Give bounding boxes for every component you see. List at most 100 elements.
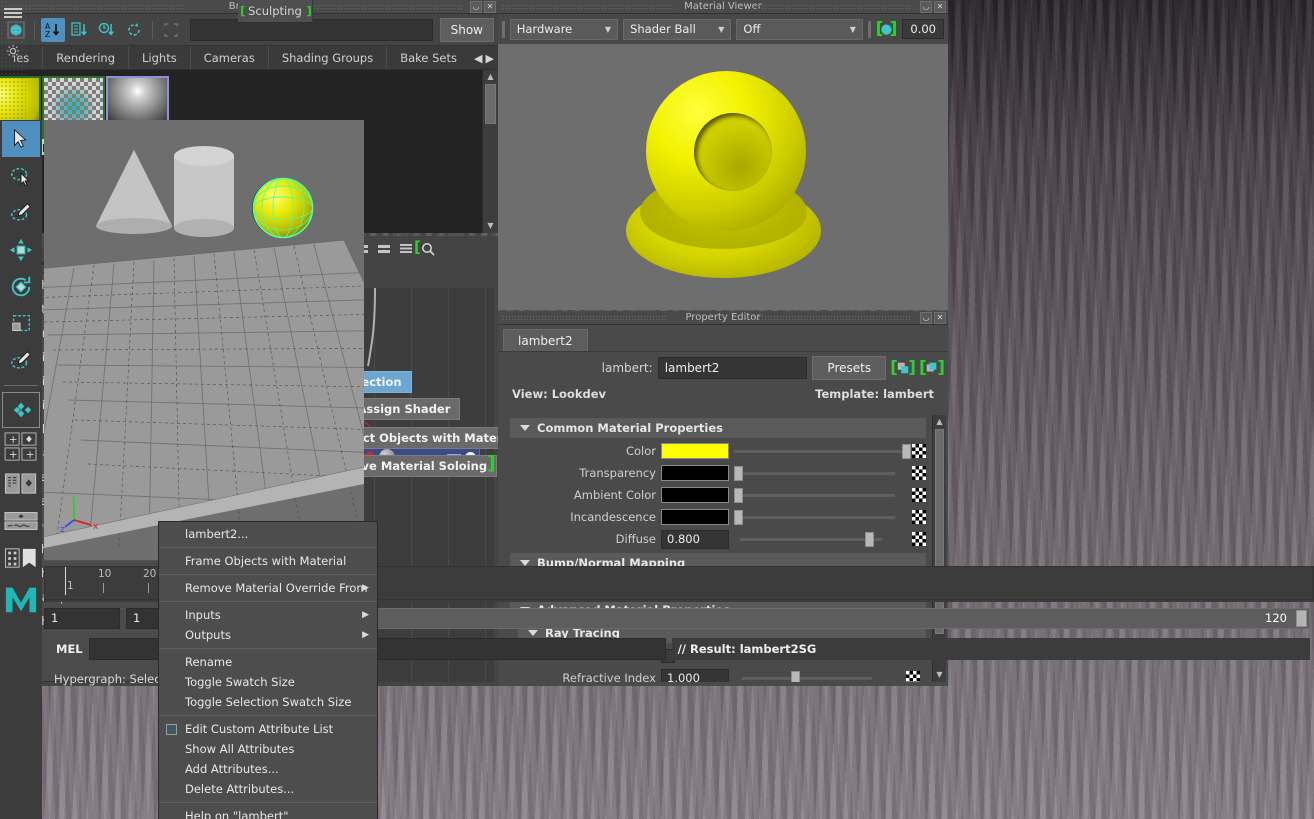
perspective-viewport[interactable]: y x z persp bbox=[44, 120, 364, 560]
menu-item-lambert2[interactable]: lambert2... bbox=[159, 524, 377, 544]
select-tool[interactable] bbox=[2, 121, 40, 157]
toolbar-grip-2[interactable] bbox=[868, 21, 871, 38]
new-tab-icon[interactable]: [ ] bbox=[920, 357, 944, 379]
menu-item-remove-material-override-from[interactable]: Remove Material Override From▶ bbox=[159, 578, 377, 598]
toolbar-grip[interactable] bbox=[502, 21, 505, 38]
browser-tab-lights[interactable]: Lights bbox=[129, 46, 191, 69]
search-icon[interactable]: [ bbox=[418, 239, 438, 259]
snap-curve[interactable]: +++ bbox=[2, 429, 40, 465]
scrollbar-thumb[interactable] bbox=[935, 429, 944, 634]
paint-select-tool[interactable] bbox=[2, 195, 40, 231]
ambient-color-slider[interactable] bbox=[734, 486, 907, 505]
color-swatch[interactable] bbox=[661, 509, 729, 525]
scale-tool[interactable] bbox=[2, 306, 40, 342]
menu-item-delete-attributes[interactable]: Delete Attributes... bbox=[159, 779, 377, 799]
menu-item-frame-objects-with-material[interactable]: Frame Objects with Material bbox=[159, 551, 377, 571]
transparency-slider[interactable] bbox=[734, 464, 907, 483]
incandescence-slider[interactable] bbox=[734, 508, 907, 527]
material-viewer-toolbar: Hardware ▼ Shader Ball ▼ Off ▼ [ ] 0.00 bbox=[498, 14, 948, 44]
fit-icon[interactable] bbox=[159, 18, 183, 42]
scroll-up-icon[interactable]: ▲ bbox=[933, 415, 946, 429]
browser-scrollbar[interactable]: ▲ ▼ bbox=[482, 70, 498, 233]
section-common-material-properties[interactable]: Common Material Properties bbox=[510, 418, 926, 438]
sort-alpha-icon[interactable]: AZ bbox=[41, 18, 65, 42]
menu-item-toggle-selection-swatch-size[interactable]: Toggle Selection Swatch Size bbox=[159, 692, 377, 712]
menu-separator bbox=[159, 648, 377, 649]
snap-view[interactable] bbox=[2, 503, 40, 539]
menu-item-edit-custom-attribute-list[interactable]: Edit Custom Attribute List bbox=[159, 719, 377, 739]
property-editor-title: Property Editor bbox=[685, 312, 760, 323]
diffuse-input[interactable]: 0.800 bbox=[661, 530, 729, 549]
map-button[interactable] bbox=[912, 466, 926, 480]
bracket-right-icon: ] bbox=[487, 454, 496, 473]
color-swatch[interactable] bbox=[661, 465, 729, 481]
menu-item-show-all-attributes[interactable]: Show All Attributes bbox=[159, 739, 377, 759]
scroll-down-icon[interactable]: ▼ bbox=[483, 219, 498, 233]
presets-button[interactable]: Presets bbox=[812, 356, 886, 380]
range-grip-right[interactable] bbox=[1296, 610, 1307, 627]
menu-item-toggle-swatch-size[interactable]: Toggle Swatch Size bbox=[159, 672, 377, 692]
menu-item-rename[interactable]: Rename bbox=[159, 652, 377, 672]
renderer-dropdown[interactable]: Hardware ▼ bbox=[510, 19, 618, 40]
scrollbar-thumb[interactable] bbox=[485, 84, 496, 124]
map-button[interactable] bbox=[912, 488, 926, 502]
browser-close-button[interactable]: ✕ bbox=[484, 1, 496, 13]
command-mode-label[interactable]: MEL bbox=[44, 642, 83, 656]
refresh-icon[interactable]: [ ] bbox=[876, 18, 898, 40]
shelf-tab-sculpting[interactable]: [ Sculpting ] bbox=[238, 0, 313, 22]
menu-item-help-on-lambert[interactable]: Help on "lambert" bbox=[159, 806, 377, 819]
menu-separator bbox=[159, 574, 377, 575]
rotate-tool[interactable] bbox=[2, 269, 40, 305]
render-settings[interactable] bbox=[2, 540, 40, 576]
color-slider[interactable] bbox=[734, 442, 907, 461]
diffuse-slider[interactable] bbox=[734, 530, 907, 549]
snap-grid[interactable] bbox=[2, 392, 40, 428]
sort-type-icon[interactable] bbox=[68, 18, 92, 42]
checkbox-icon[interactable] bbox=[166, 724, 177, 735]
snap-point[interactable] bbox=[2, 466, 40, 502]
menu-item-label: Edit Custom Attribute List bbox=[185, 722, 333, 736]
property-editor-undock-button[interactable]: ◡ bbox=[920, 312, 932, 324]
map-button[interactable] bbox=[912, 444, 926, 458]
browser-tab-shading-groups[interactable]: Shading Groups bbox=[269, 46, 387, 69]
environment-dropdown[interactable]: Off ▼ bbox=[736, 19, 862, 40]
material-viewer-close-button[interactable]: ✕ bbox=[934, 1, 946, 13]
material-viewer-render-area[interactable] bbox=[498, 44, 948, 310]
tab-scroll-right-icon[interactable]: ▶ bbox=[486, 52, 494, 65]
map-button[interactable] bbox=[912, 510, 926, 524]
node-name-input[interactable]: lambert2 bbox=[658, 357, 808, 379]
last-tool[interactable] bbox=[2, 343, 40, 379]
time-field[interactable]: 0.00 bbox=[902, 19, 944, 39]
property-editor-tab-lambert2[interactable]: lambert2 bbox=[503, 329, 588, 351]
menu-item-add-attributes[interactable]: Add Attributes... bbox=[159, 759, 377, 779]
color-swatch[interactable] bbox=[661, 443, 729, 459]
scroll-up-icon[interactable]: ▲ bbox=[483, 70, 498, 84]
browser-tab-rendering[interactable]: Rendering bbox=[43, 46, 129, 69]
layout-stack-icon[interactable] bbox=[396, 239, 416, 259]
copy-tab-icon[interactable]: [ ] bbox=[891, 357, 915, 379]
shelf-options-icon[interactable] bbox=[6, 44, 20, 58]
sort-time-icon[interactable] bbox=[95, 18, 119, 42]
attribute-row-transparency: Transparency bbox=[502, 462, 930, 484]
template-info: Template: lambert bbox=[815, 387, 934, 401]
move-tool[interactable] bbox=[2, 232, 40, 268]
property-editor-close-button[interactable]: ✕ bbox=[934, 312, 946, 324]
browser-tab-bake-sets[interactable]: Bake Sets bbox=[387, 46, 471, 69]
material-viewer-undock-button[interactable]: ◡ bbox=[920, 1, 932, 13]
map-button[interactable] bbox=[912, 532, 926, 546]
tab-scroll-left-icon[interactable]: ◀ bbox=[474, 52, 482, 65]
browser-tab-cameras[interactable]: Cameras bbox=[191, 46, 269, 69]
lasso-tool[interactable] bbox=[2, 158, 40, 194]
refresh-icon[interactable] bbox=[122, 18, 146, 42]
range-start-field[interactable]: 1 bbox=[44, 608, 120, 629]
menu-item-inputs[interactable]: Inputs▶ bbox=[159, 605, 377, 625]
show-button[interactable]: Show bbox=[440, 18, 494, 42]
browser-undock-button[interactable]: ◡ bbox=[470, 1, 482, 13]
geometry-dropdown[interactable]: Shader Ball ▼ bbox=[623, 19, 731, 40]
menu-item-label: lambert2... bbox=[185, 527, 248, 541]
color-swatch[interactable] bbox=[661, 487, 729, 503]
menu-item-outputs[interactable]: Outputs▶ bbox=[159, 625, 377, 645]
shelf-menu-icon[interactable] bbox=[4, 6, 22, 20]
chevron-right-icon: ▶ bbox=[362, 630, 369, 640]
layout-grid-icon[interactable] bbox=[374, 239, 394, 259]
